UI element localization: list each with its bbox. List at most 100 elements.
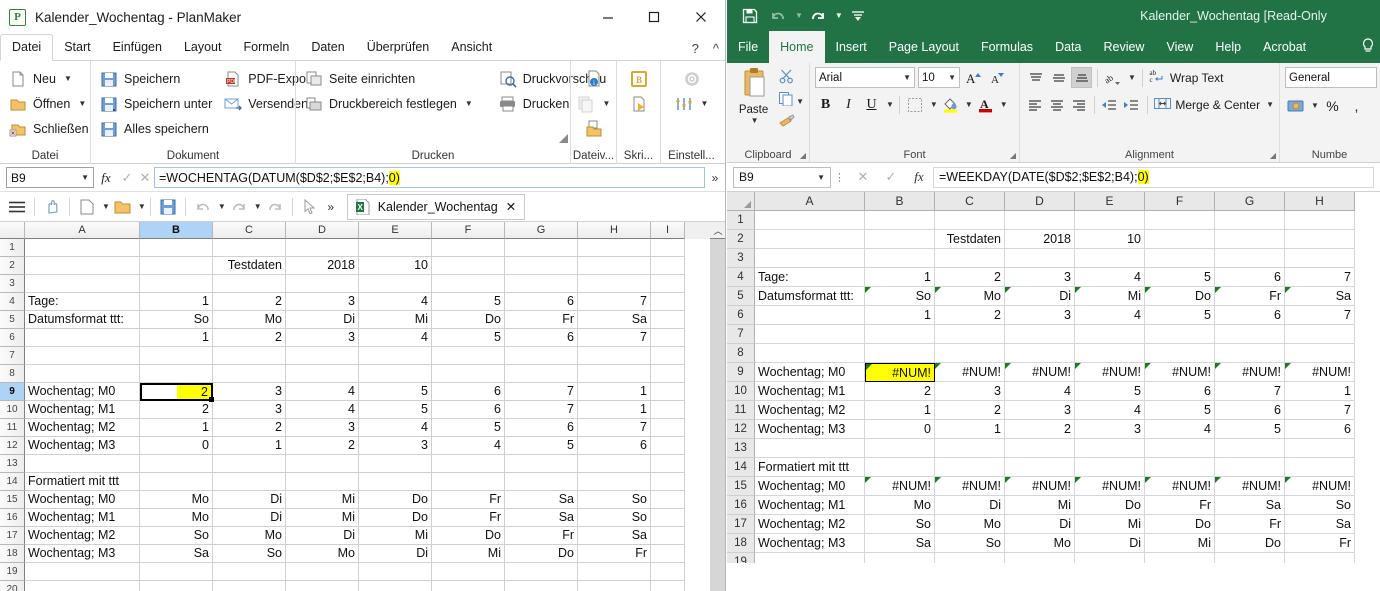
cell-D13[interactable]	[1005, 439, 1075, 458]
cell-B2[interactable]	[865, 230, 935, 249]
chevron-down-icon[interactable]: ▼	[701, 99, 709, 108]
cell-E18[interactable]: Di	[359, 545, 432, 563]
new-button[interactable]: Neu ▼	[6, 66, 84, 91]
number-format-select[interactable]: General	[1285, 67, 1377, 88]
cell-F8[interactable]	[1145, 344, 1215, 363]
tab-insert[interactable]: Insert	[825, 31, 878, 63]
undo-icon[interactable]	[190, 194, 216, 220]
cell-E9[interactable]: #NUM!	[1075, 363, 1145, 382]
cell-A19[interactable]	[25, 563, 140, 581]
cell-A10[interactable]: Wochentag; M1	[25, 401, 140, 419]
cell-C5[interactable]: Mo	[935, 287, 1005, 306]
cell-G11[interactable]: 6	[1215, 401, 1285, 420]
cell-C18[interactable]: So	[935, 534, 1005, 553]
cell-B6[interactable]: 1	[865, 306, 935, 325]
row-header-5[interactable]: 5	[0, 311, 25, 329]
cell-G11[interactable]: 6	[505, 419, 578, 437]
clipboard-dialog-launcher-icon[interactable]: ◢	[800, 151, 806, 160]
excel-spreadsheet-grid[interactable]: ABCDEFGH 1234567891011121314151617181920…	[727, 192, 1380, 563]
run-script-button[interactable]	[623, 91, 654, 116]
preferences-button[interactable]: ▼	[667, 91, 716, 116]
cell-B3[interactable]	[865, 249, 935, 268]
cell-F12[interactable]: 4	[1145, 420, 1215, 439]
cell-G6[interactable]: 6	[1215, 306, 1285, 325]
row-header-15[interactable]: 15	[727, 477, 755, 496]
column-header-d[interactable]: D	[1005, 192, 1075, 211]
row-header-19[interactable]: 19	[0, 563, 25, 581]
cell-F17[interactable]: Do	[1145, 515, 1215, 534]
cell-D7[interactable]	[286, 347, 359, 365]
cell-G4[interactable]: 6	[505, 293, 578, 311]
row-header-19[interactable]: 19	[727, 553, 755, 563]
cell-F3[interactable]	[432, 275, 505, 293]
cell-E14[interactable]	[359, 473, 432, 491]
cell-D14[interactable]	[1005, 458, 1075, 477]
cell-F15[interactable]: Fr	[432, 491, 505, 509]
cell-G19[interactable]	[505, 563, 578, 581]
cell-A10[interactable]: Wochentag; M1	[755, 382, 865, 401]
cell-A11[interactable]: Wochentag; M2	[755, 401, 865, 420]
cell-G3[interactable]	[505, 275, 578, 293]
fx-icon[interactable]: fx	[905, 169, 933, 185]
cell-H3[interactable]	[578, 275, 651, 293]
hand-icon[interactable]	[39, 194, 65, 220]
cell-B18[interactable]: Sa	[140, 545, 213, 563]
cell-H13[interactable]	[1285, 439, 1355, 458]
chevron-down-icon[interactable]: ▼	[254, 202, 262, 211]
tab-formeln[interactable]: Formeln	[232, 35, 300, 60]
chevron-down-icon[interactable]: ▼	[835, 11, 843, 20]
cell-A15[interactable]: Wochentag; M0	[25, 491, 140, 509]
cell-C18[interactable]: So	[213, 545, 286, 563]
planmaker-spreadsheet-grid[interactable]: ABCDEFGHI 1 2 3 4 5 6 7 8 9 10 11 12 13 14 15 16 17 18 19 2…	[0, 222, 725, 591]
cell-H15[interactable]: So	[578, 491, 651, 509]
cell-C9[interactable]: #NUM!	[935, 363, 1005, 382]
cell-H16[interactable]: So	[578, 509, 651, 527]
cell-D7[interactable]	[1005, 325, 1075, 344]
cell-G15[interactable]: #NUM!	[1215, 477, 1285, 496]
cell-A5[interactable]: Datumsformat ttt:	[755, 287, 865, 306]
cell-H16[interactable]: So	[1285, 496, 1355, 515]
cell-E16[interactable]: Do	[1075, 496, 1145, 515]
cell-C4[interactable]: 2	[935, 268, 1005, 287]
cell-I1[interactable]	[651, 239, 685, 257]
cell-H9[interactable]: 1	[578, 383, 651, 401]
cell-A11[interactable]: Wochentag; M2	[25, 419, 140, 437]
tab-file[interactable]: File	[727, 31, 769, 63]
cell-E12[interactable]: 3	[359, 437, 432, 455]
cell-E16[interactable]: Do	[359, 509, 432, 527]
cell-D18[interactable]: Mo	[1005, 534, 1075, 553]
cell-H15[interactable]: #NUM!	[1285, 477, 1355, 496]
chevron-down-icon[interactable]: ▼	[218, 202, 226, 211]
tab-data[interactable]: Data	[1044, 31, 1092, 63]
cell-G5[interactable]: Fr	[1215, 287, 1285, 306]
cell-F5[interactable]: Do	[1145, 287, 1215, 306]
cell-I13[interactable]	[651, 455, 685, 473]
cut-scissors-icon[interactable]	[779, 69, 804, 89]
cell-B17[interactable]: So	[865, 515, 935, 534]
cell-E9[interactable]: 5	[359, 383, 432, 401]
cell-E13[interactable]	[359, 455, 432, 473]
chevron-down-icon[interactable]: ▼	[64, 74, 72, 83]
paste-button[interactable]: Paste ▼	[732, 67, 775, 133]
cell-H4[interactable]: 7	[1285, 268, 1355, 287]
column-header-c[interactable]: C	[213, 222, 286, 239]
formula-bar-grip[interactable]: ⋮	[831, 171, 849, 184]
basic-editor-button[interactable]: B	[623, 66, 654, 91]
cell-H7[interactable]	[578, 347, 651, 365]
name-box[interactable]: B9 ▼	[6, 167, 94, 188]
cell-C19[interactable]	[935, 553, 1005, 563]
cell-D8[interactable]	[1005, 344, 1075, 363]
italic-icon[interactable]: I	[838, 94, 859, 115]
column-header-e[interactable]: E	[359, 222, 432, 239]
cell-E17[interactable]: Mi	[359, 527, 432, 545]
cell-H14[interactable]	[578, 473, 651, 491]
cell-A18[interactable]: Wochentag; M3	[25, 545, 140, 563]
cell-G13[interactable]	[505, 455, 578, 473]
cell-D16[interactable]: Mi	[1005, 496, 1075, 515]
cell-D15[interactable]: #NUM!	[1005, 477, 1075, 496]
undo-icon[interactable]	[765, 4, 791, 28]
chevron-down-icon[interactable]: ▼	[1128, 73, 1136, 82]
row-header-12[interactable]: 12	[0, 437, 25, 455]
cell-E2[interactable]: 10	[359, 257, 432, 275]
cell-E17[interactable]: Mi	[1075, 515, 1145, 534]
